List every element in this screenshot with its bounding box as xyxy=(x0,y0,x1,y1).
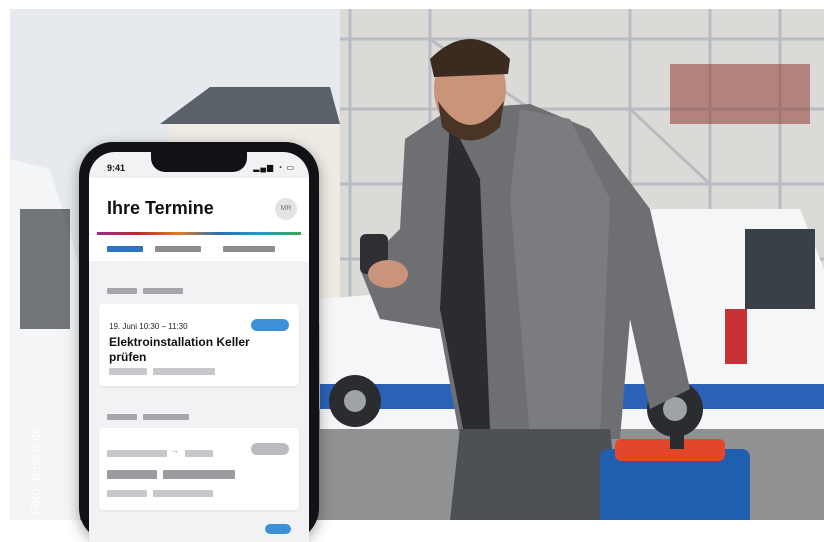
status-icons: ▂▄▆ ◔ ▭ xyxy=(253,163,295,172)
appointment-time: 19. Juni 10:30 – 11:30 xyxy=(109,322,188,331)
section-header-placeholder xyxy=(143,414,189,420)
status-badge xyxy=(265,524,291,534)
status-badge xyxy=(251,319,289,331)
text-placeholder xyxy=(163,470,235,479)
text-placeholder xyxy=(109,368,147,375)
text-placeholder xyxy=(185,450,213,457)
photo-credit: Foto: bosch.de xyxy=(28,426,43,515)
text-placeholder xyxy=(153,490,213,497)
text-placeholder xyxy=(107,470,157,479)
text-placeholder xyxy=(153,368,215,375)
app-header: Ihre Termine MR xyxy=(89,178,309,235)
avatar[interactable]: MR xyxy=(275,198,297,220)
smartphone-mockup: 9:41 ▂▄▆ ◔ ▭ Ihre Termine MR 19. Juni 10… xyxy=(79,142,319,542)
tab-third[interactable] xyxy=(223,246,275,252)
status-time: 9:41 xyxy=(107,163,126,173)
phone-notch xyxy=(151,152,247,172)
tab-bar xyxy=(89,235,309,261)
worker-trousers xyxy=(450,429,620,520)
app-title: Ihre Termine xyxy=(107,198,214,218)
tab-active[interactable] xyxy=(107,246,143,252)
appointment-card[interactable]: → xyxy=(99,428,299,510)
text-placeholder xyxy=(107,490,147,497)
section-header-placeholder xyxy=(107,414,137,420)
tab-second[interactable] xyxy=(155,246,201,252)
arrow-right-icon: → xyxy=(171,446,179,455)
text-placeholder xyxy=(107,450,167,457)
section-header-placeholder xyxy=(107,288,137,294)
appointment-title: Elektroinstallation Keller prüfen xyxy=(109,335,250,364)
phone-screen: 9:41 ▂▄▆ ◔ ▭ Ihre Termine MR 19. Juni 10… xyxy=(89,152,309,542)
appointment-card[interactable]: 19. Juni 10:30 – 11:30 Elektroinstallati… xyxy=(99,304,299,386)
status-badge xyxy=(251,443,289,455)
section-header-placeholder xyxy=(143,288,183,294)
